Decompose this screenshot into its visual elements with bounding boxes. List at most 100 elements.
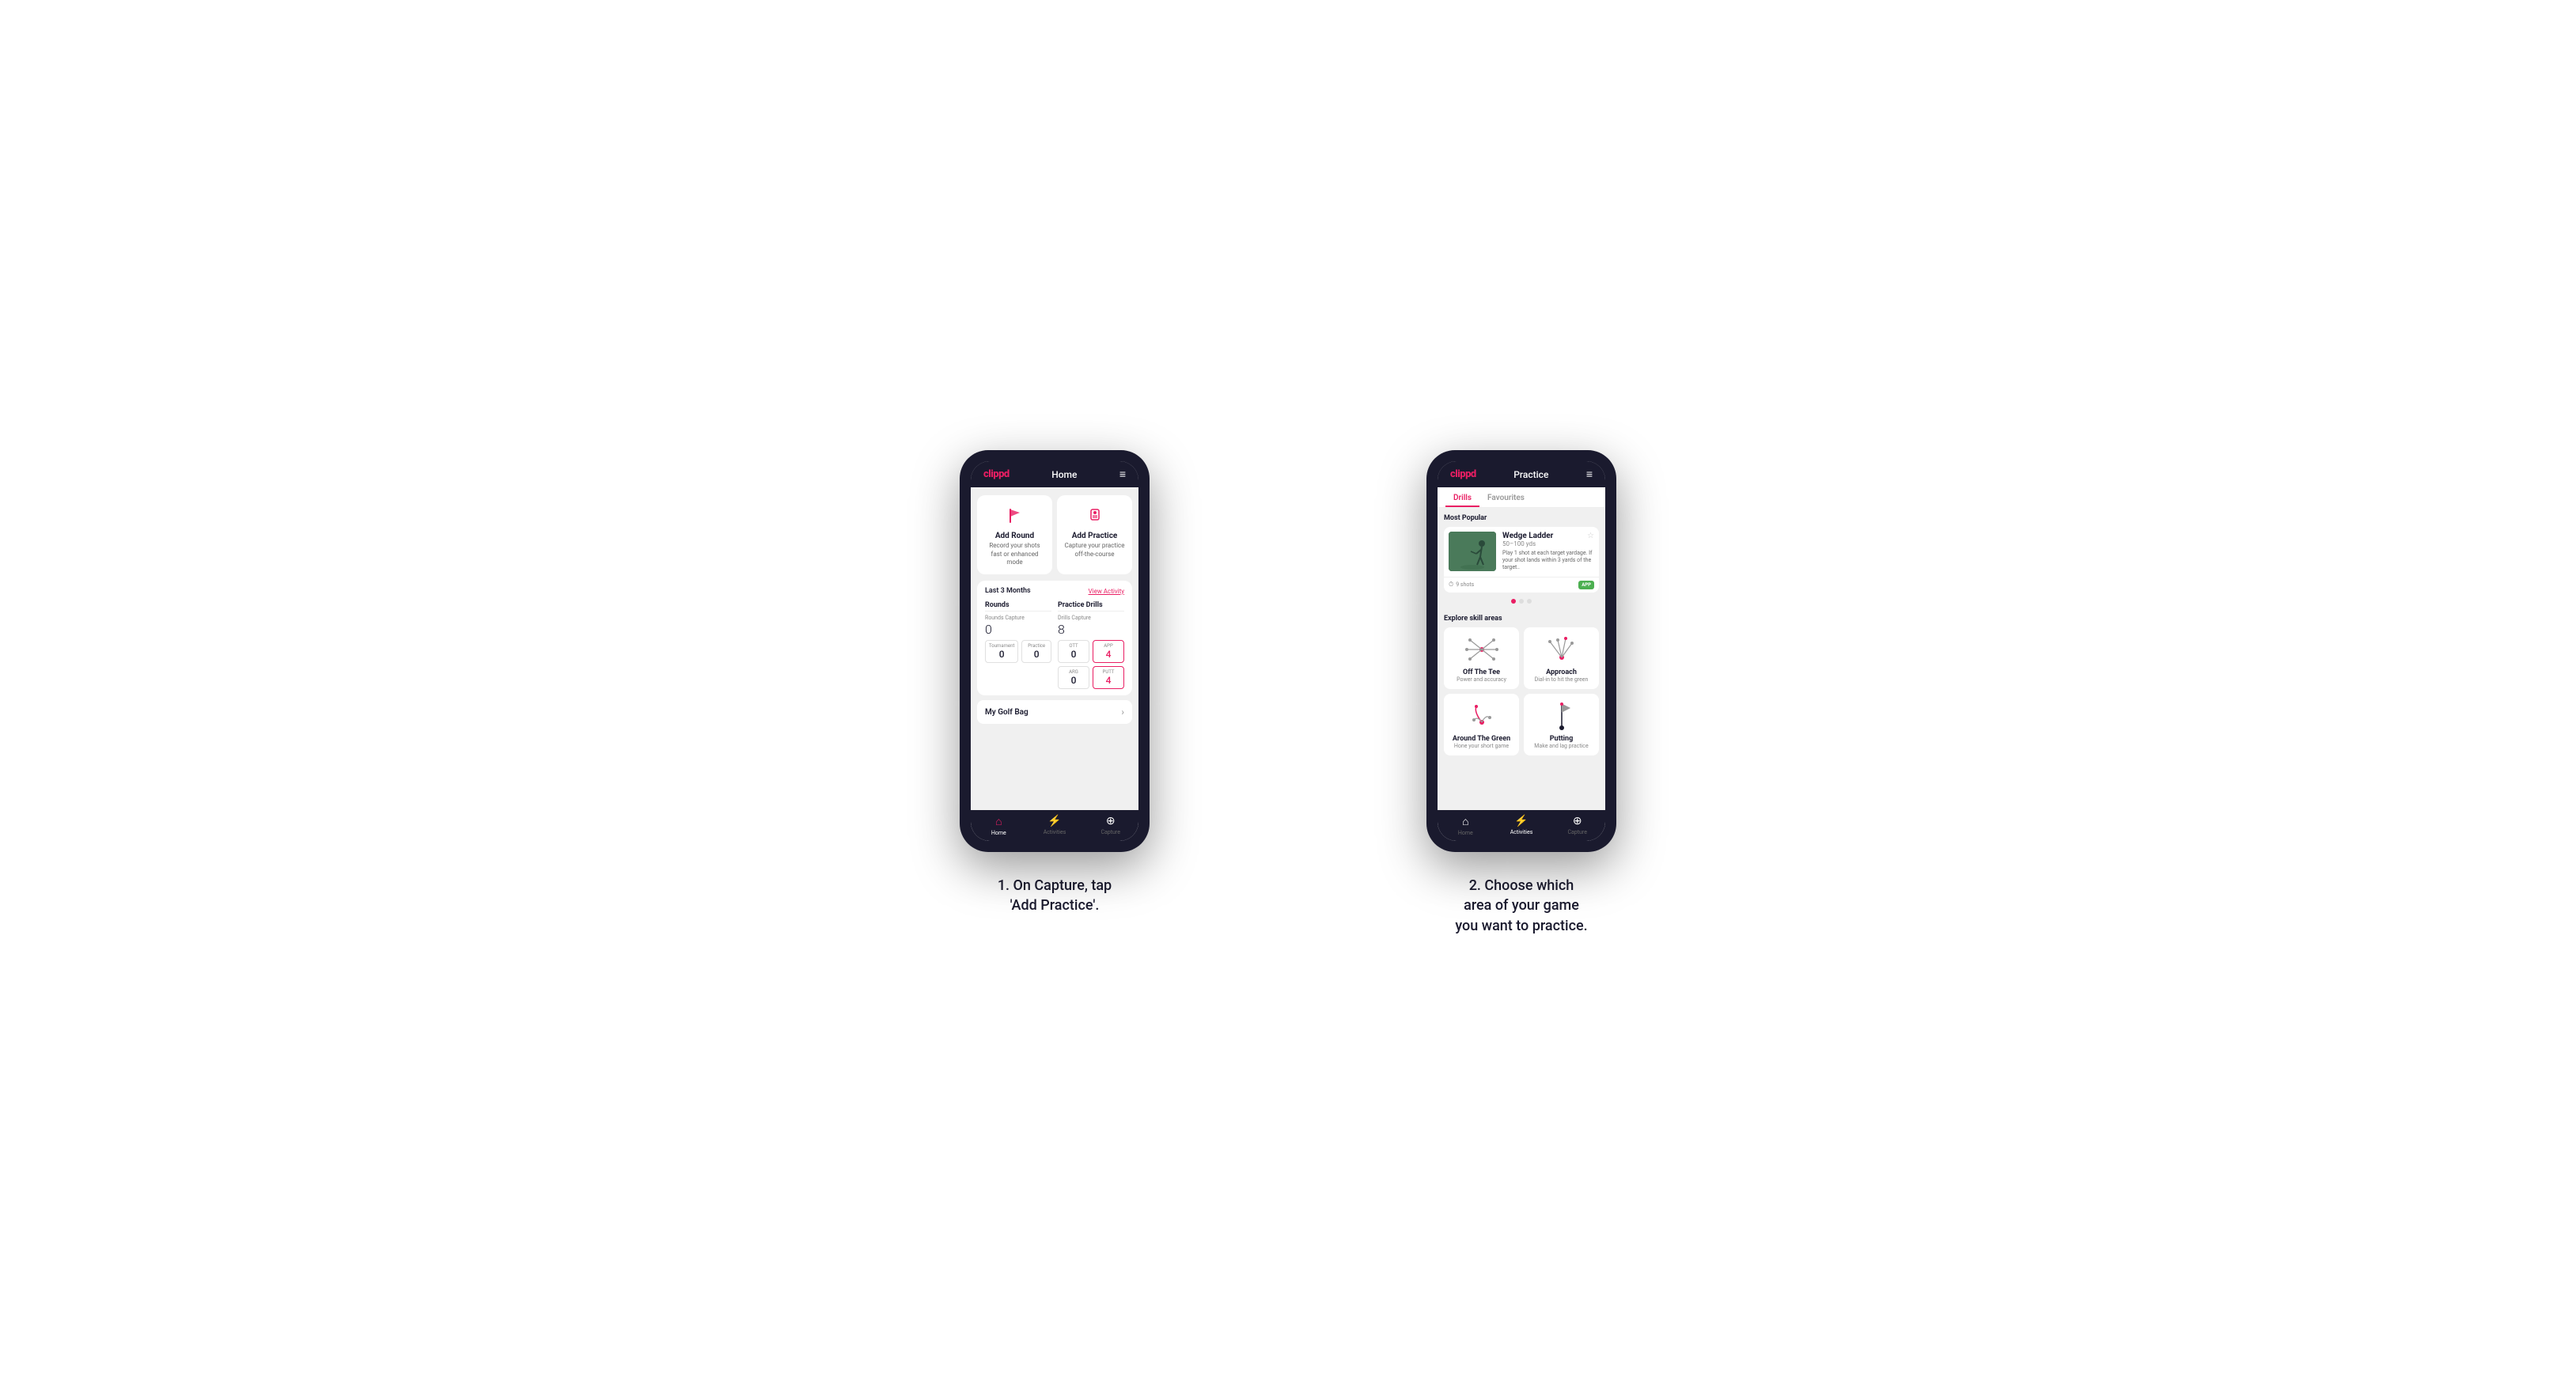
arg-value: 0 — [1062, 675, 1085, 686]
hamburger-menu-1[interactable]: ≡ — [1119, 468, 1126, 481]
dot-1[interactable] — [1511, 599, 1516, 604]
activities-icon-1: ⚡ — [1047, 815, 1061, 827]
putt-box: PUTT 4 — [1093, 666, 1124, 689]
activities-icon-2: ⚡ — [1514, 815, 1528, 827]
app-badge: APP — [1578, 581, 1594, 589]
arg-box: ARG 0 — [1058, 666, 1089, 689]
dot-3[interactable] — [1527, 599, 1532, 604]
rounds-sub-grid: Tournament 0 Practice 0 — [985, 640, 1051, 663]
capture-label-2: Capture — [1567, 829, 1586, 835]
approach-name: Approach — [1546, 668, 1577, 676]
ott-desc: Power and accuracy — [1457, 676, 1506, 683]
nav-home-1[interactable]: ⌂ Home — [971, 810, 1027, 841]
rounds-capture-value: 0 — [985, 622, 1051, 637]
home-label-1: Home — [991, 830, 1006, 836]
add-round-subtitle: Record your shots fast or enhanced mode — [983, 542, 1046, 566]
featured-drill-info: Wedge Ladder ☆ 50–100 yds Play 1 shot at… — [1502, 532, 1594, 571]
putting-icon-svg — [1542, 700, 1582, 732]
phone-2-header: clippd Practice ≡ — [1438, 461, 1605, 487]
app-label: APP — [1097, 643, 1120, 649]
app-box: APP 4 — [1093, 640, 1124, 663]
add-round-title: Add Round — [995, 532, 1034, 540]
approach-desc: Dial-in to hit the green — [1535, 676, 1589, 683]
caption-2: 2. Choose which area of your game you wa… — [1455, 876, 1587, 936]
skill-card-approach[interactable]: Approach Dial-in to hit the green — [1524, 627, 1599, 689]
golfer-silhouette-svg — [1449, 532, 1496, 571]
activities-label-2: Activities — [1510, 829, 1533, 835]
featured-drill-image — [1449, 532, 1496, 571]
skill-card-atg[interactable]: Around The Green Hone your short game — [1444, 694, 1519, 755]
dot-2[interactable] — [1519, 599, 1524, 604]
drills-capture-label: Drills Capture — [1058, 615, 1124, 621]
nav-capture-2[interactable]: ⊕ Capture — [1549, 810, 1605, 841]
featured-drill-title: Wedge Ladder — [1502, 532, 1553, 540]
explore-section: Explore skill areas — [1438, 610, 1605, 760]
add-round-card[interactable]: Add Round Record your shots fast or enha… — [977, 495, 1052, 574]
tab-drills[interactable]: Drills — [1445, 487, 1479, 507]
practice-label: Practice — [1025, 643, 1047, 649]
phone-2: clippd Practice ≡ Drills Favourites Most… — [1426, 450, 1616, 852]
skill-card-ott[interactable]: Off The Tee Power and accuracy — [1444, 627, 1519, 689]
nav-home-2[interactable]: ⌂ Home — [1438, 810, 1494, 841]
phone-1-section: clippd Home ≡ — [853, 450, 1256, 915]
add-practice-subtitle: Capture your practice off-the-course — [1063, 542, 1126, 559]
featured-card-inner: Wedge Ladder ☆ 50–100 yds Play 1 shot at… — [1444, 527, 1599, 576]
carousel-dots — [1444, 596, 1599, 607]
flag-icon — [1002, 503, 1028, 528]
home-icon-2: ⌂ — [1462, 815, 1468, 828]
phone-1: clippd Home ≡ — [960, 450, 1150, 852]
phone-1-header: clippd Home ≡ — [971, 461, 1138, 487]
activities-label-1: Activities — [1044, 829, 1066, 835]
ott-box: OTT 0 — [1058, 640, 1089, 663]
phone-1-title: Home — [1051, 469, 1077, 480]
nav-activities-2[interactable]: ⚡ Activities — [1494, 810, 1550, 841]
add-practice-title: Add Practice — [1072, 532, 1118, 540]
phone-2-section: clippd Practice ≡ Drills Favourites Most… — [1320, 450, 1723, 936]
tab-favourites[interactable]: Favourites — [1479, 487, 1532, 507]
stats-section: Last 3 Months View Activity Rounds Round… — [977, 581, 1132, 695]
golf-image-bg — [1449, 532, 1496, 571]
featured-drill-desc: Play 1 shot at each target yardage. If y… — [1502, 550, 1594, 571]
tournament-box: Tournament 0 — [985, 640, 1018, 663]
approach-icon-area — [1542, 634, 1582, 665]
clippd-logo-2: clippd — [1450, 468, 1476, 480]
most-popular-title: Most Popular — [1444, 514, 1599, 522]
nav-capture-1[interactable]: ⊕ Capture — [1082, 810, 1138, 841]
atg-icon-svg — [1462, 700, 1502, 732]
clock-icon: ⏱ — [1449, 581, 1453, 589]
drills-column: Practice Drills Drills Capture 8 OTT 0 — [1058, 601, 1124, 689]
golf-bag-row[interactable]: My Golf Bag › — [977, 700, 1132, 724]
clippd-logo-1: clippd — [983, 468, 1010, 480]
featured-drill-card[interactable]: Wedge Ladder ☆ 50–100 yds Play 1 shot at… — [1444, 527, 1599, 592]
arg-label: ARG — [1062, 669, 1085, 675]
phone-1-screen: clippd Home ≡ — [971, 461, 1138, 841]
hamburger-menu-2[interactable]: ≡ — [1586, 468, 1593, 481]
star-icon[interactable]: ☆ — [1587, 532, 1594, 540]
nav-activities-1[interactable]: ⚡ Activities — [1027, 810, 1083, 841]
rounds-title: Rounds — [985, 601, 1051, 612]
approach-icon-svg — [1542, 634, 1582, 665]
ott-value: 0 — [1062, 649, 1085, 660]
view-activity-link[interactable]: View Activity — [1089, 588, 1124, 595]
rounds-capture-label: Rounds Capture — [985, 615, 1051, 621]
stats-period: Last 3 Months — [985, 587, 1031, 595]
stats-columns: Rounds Rounds Capture 0 Tournament 0 — [985, 601, 1124, 689]
most-popular-section: Most Popular — [1438, 508, 1605, 609]
add-practice-card[interactable]: Add Practice Capture your practice off-t… — [1057, 495, 1132, 574]
practice-box: Practice 0 — [1021, 640, 1051, 663]
rounds-column: Rounds Rounds Capture 0 Tournament 0 — [985, 601, 1051, 689]
skill-card-putting[interactable]: Putting Make and lag practice — [1524, 694, 1599, 755]
phone-1-bottom-nav: ⌂ Home ⚡ Activities ⊕ Capture — [971, 810, 1138, 841]
practice-icon — [1082, 503, 1108, 528]
ott-icon-svg — [1462, 634, 1502, 665]
stats-header: Last 3 Months View Activity — [985, 587, 1124, 595]
phone-2-bottom-nav: ⌂ Home ⚡ Activities ⊕ Capture — [1438, 810, 1605, 841]
phone-2-title: Practice — [1513, 469, 1548, 480]
explore-title: Explore skill areas — [1444, 615, 1599, 623]
atg-name: Around The Green — [1453, 735, 1510, 743]
putting-name: Putting — [1550, 735, 1574, 743]
caption-1: 1. On Capture, tap 'Add Practice'. — [998, 876, 1112, 915]
capture-icon-2: ⊕ — [1573, 815, 1582, 827]
golf-bag-label: My Golf Bag — [985, 708, 1029, 717]
tournament-label: Tournament — [989, 643, 1014, 649]
